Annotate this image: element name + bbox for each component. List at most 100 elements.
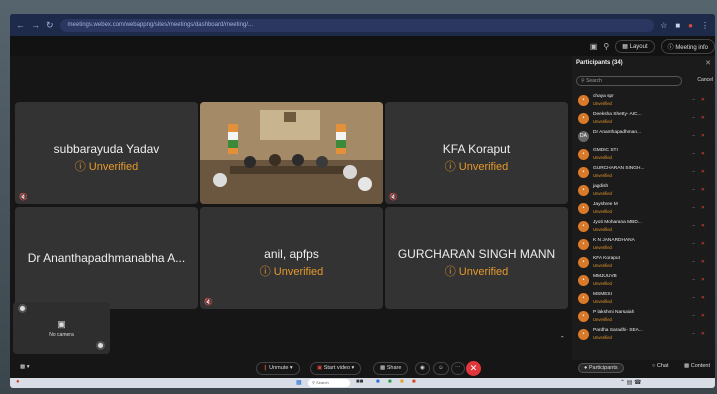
tab-chat[interactable]: ○ Chat [652,363,668,369]
chat-bubble-icon[interactable]: ▩ ▾ [14,362,36,375]
muted-icon[interactable]: ✕ [701,187,705,193]
muted-icon[interactable]: ✕ [701,151,705,157]
star-icon[interactable]: ☆ [660,21,667,30]
weather-icon[interactable]: ● [16,379,20,385]
muted-icon[interactable]: ✕ [701,331,705,337]
reload-icon[interactable]: ↻ [46,20,54,31]
video-off-icon: – [692,295,695,301]
participant-name: Dr Ananthapadhmanabha A... [27,251,186,265]
participant-search-input[interactable]: ⚲ Search [576,76,682,86]
participant-name: Deeksha Shetty- AIC... [593,112,642,117]
participant-name: Jayshree M [593,202,618,207]
app-icon[interactable]: ■ [388,379,392,385]
participant-row[interactable]: • Pardha Saradhi- SEA... Unverified – ✕ [576,326,713,344]
muted-icon: 🔇 [204,299,213,306]
video-off-icon: – [692,205,695,211]
video-tile[interactable]: anil, apfps ⓘ Unverified 🔇 [200,207,383,309]
forward-icon[interactable]: → [31,20,40,30]
app-icon[interactable]: ■ [376,379,380,385]
participant-status: Unverified [593,101,612,106]
participant-row[interactable]: DA Dr Ananthapadhman... – ✕ [576,128,713,146]
muted-icon[interactable]: ✕ [701,169,705,175]
caption-icon[interactable]: ▣ [590,42,598,51]
camera-off-icon: ▣ [57,319,66,329]
video-tile[interactable]: GURCHARAN SINGH MANN ⓘ Unverified [385,207,568,309]
share-button[interactable]: ▩ Share [373,362,409,375]
participant-row[interactable]: • GURCHARAN SINGH... Unverified – ✕ [576,164,713,182]
avatar: • [578,239,589,250]
participant-row[interactable]: • MSMESI Unverified – ✕ [576,290,713,308]
video-off-icon: – [692,241,695,247]
participant-row[interactable]: • jagdish Unverified – ✕ [576,182,713,200]
meeting-topbar: ▣ ⚲ ▦ Layout ⓘ Meeting info [10,36,715,56]
taskbar-search[interactable]: ⚲ Search [308,379,350,387]
video-off-icon: – [692,187,695,193]
self-view-handle-top[interactable] [18,304,27,313]
tab-participants[interactable]: ● Participants [578,363,624,373]
participant-row[interactable]: • KFA Koraput Unverified – ✕ [576,254,713,272]
video-off-icon: – [692,313,695,319]
participant-row[interactable]: • Jayshree M Unverified – ✕ [576,200,713,218]
layout-button[interactable]: ▦ Layout [615,40,655,53]
avatar: • [578,185,589,196]
participant-row[interactable]: • K N JANARDHANA Unverified – ✕ [576,236,713,254]
menu-icon[interactable]: ⋮ [701,21,709,30]
end-call-button[interactable]: ✕ [466,361,481,376]
participant-name: Jyoti Moharana MBD... [593,220,642,225]
muted-icon[interactable]: ✕ [701,259,705,265]
participant-row[interactable]: • GMDIC STI Unverified – ✕ [576,146,713,164]
muted-icon[interactable]: ✕ [701,133,705,139]
participant-row[interactable]: • Jyoti Moharana MBD... Unverified – ✕ [576,218,713,236]
participant-row[interactable]: • Deeksha Shetty- AIC... Unverified – ✕ [576,110,713,128]
app-icon[interactable]: ■ [412,379,416,385]
muted-icon[interactable]: ✕ [701,313,705,319]
tab-content[interactable]: ▩ Content [684,363,710,369]
conference-room-image [200,102,383,204]
address-bar[interactable]: meetings.webex.com/webappng/sites/meetin… [59,18,655,32]
app-icon[interactable]: ■■ [356,379,363,385]
unverified-label: ⓘ Unverified [444,161,509,173]
meeting-info-button[interactable]: ⓘ Meeting info [660,39,715,54]
participant-name: MSMESI [593,292,612,297]
os-taskbar: ● ▦ ⚲ Search ■■ ■ ■ ■ ■ ⌃ ▤ ☎ [10,378,715,388]
unmute-button[interactable]: ❙ Unmute ▾ [256,362,300,375]
profile-icon[interactable]: ● [688,21,693,30]
participant-row[interactable]: • MMJUUVB Unverified – ✕ [576,272,713,290]
participant-status: Unverified [593,335,612,340]
more-options-button[interactable]: ⋯ [451,362,465,375]
video-off-icon: – [692,223,695,229]
avatar: • [578,113,589,124]
muted-icon[interactable]: ✕ [701,295,705,301]
participant-list: • chaya spr Unverified – ✕ • Deeksha Shetty- A… [576,92,713,344]
muted-icon[interactable]: ✕ [701,241,705,247]
start-video-button[interactable]: ▣ Start video ▾ [310,362,362,375]
muted-icon[interactable]: ✕ [701,277,705,283]
muted-icon[interactable]: ✕ [701,205,705,211]
participant-row[interactable]: • P lakshmi Narsaiah Unverified – ✕ [576,308,713,326]
close-icon[interactable]: ✕ [705,59,711,67]
active-speaker-video[interactable] [200,102,383,204]
back-icon[interactable]: ← [16,20,25,30]
video-tile[interactable]: subbarayuda Yadav ⓘ Unverified 🔇 [15,102,198,204]
video-tile[interactable]: KFA Koraput ⓘ Unverified 🔇 [385,102,568,204]
video-off-icon: – [692,133,695,139]
extension-icon[interactable]: ■ [675,21,680,30]
cancel-button[interactable]: Cancel [697,77,713,83]
record-button[interactable]: ◉ [415,362,430,375]
scroll-indicator[interactable]: ⌃ [554,334,571,347]
video-tile[interactable]: Dr Ananthapadhmanabha A... [15,207,198,309]
tray-icons[interactable]: ⌃ ▤ ☎ [620,379,642,386]
search-icon[interactable]: ⚲ [603,42,609,51]
app-icon[interactable]: ■ [400,379,404,385]
start-icon[interactable]: ▦ [296,379,302,386]
muted-icon[interactable]: ✕ [701,97,705,103]
monitor-frame: ← → ↻ meetings.webex.com/webappng/sites/… [0,0,717,394]
muted-icon[interactable]: ✕ [701,115,705,121]
avatar: • [578,149,589,160]
self-view-handle-bottom[interactable] [96,341,105,350]
reactions-button[interactable]: ☺ [433,362,449,375]
participant-row[interactable]: • chaya spr Unverified – ✕ [576,92,713,110]
participant-status: Unverified [593,191,612,196]
muted-icon[interactable]: ✕ [701,223,705,229]
participant-name: MMJUUVB [593,274,617,279]
